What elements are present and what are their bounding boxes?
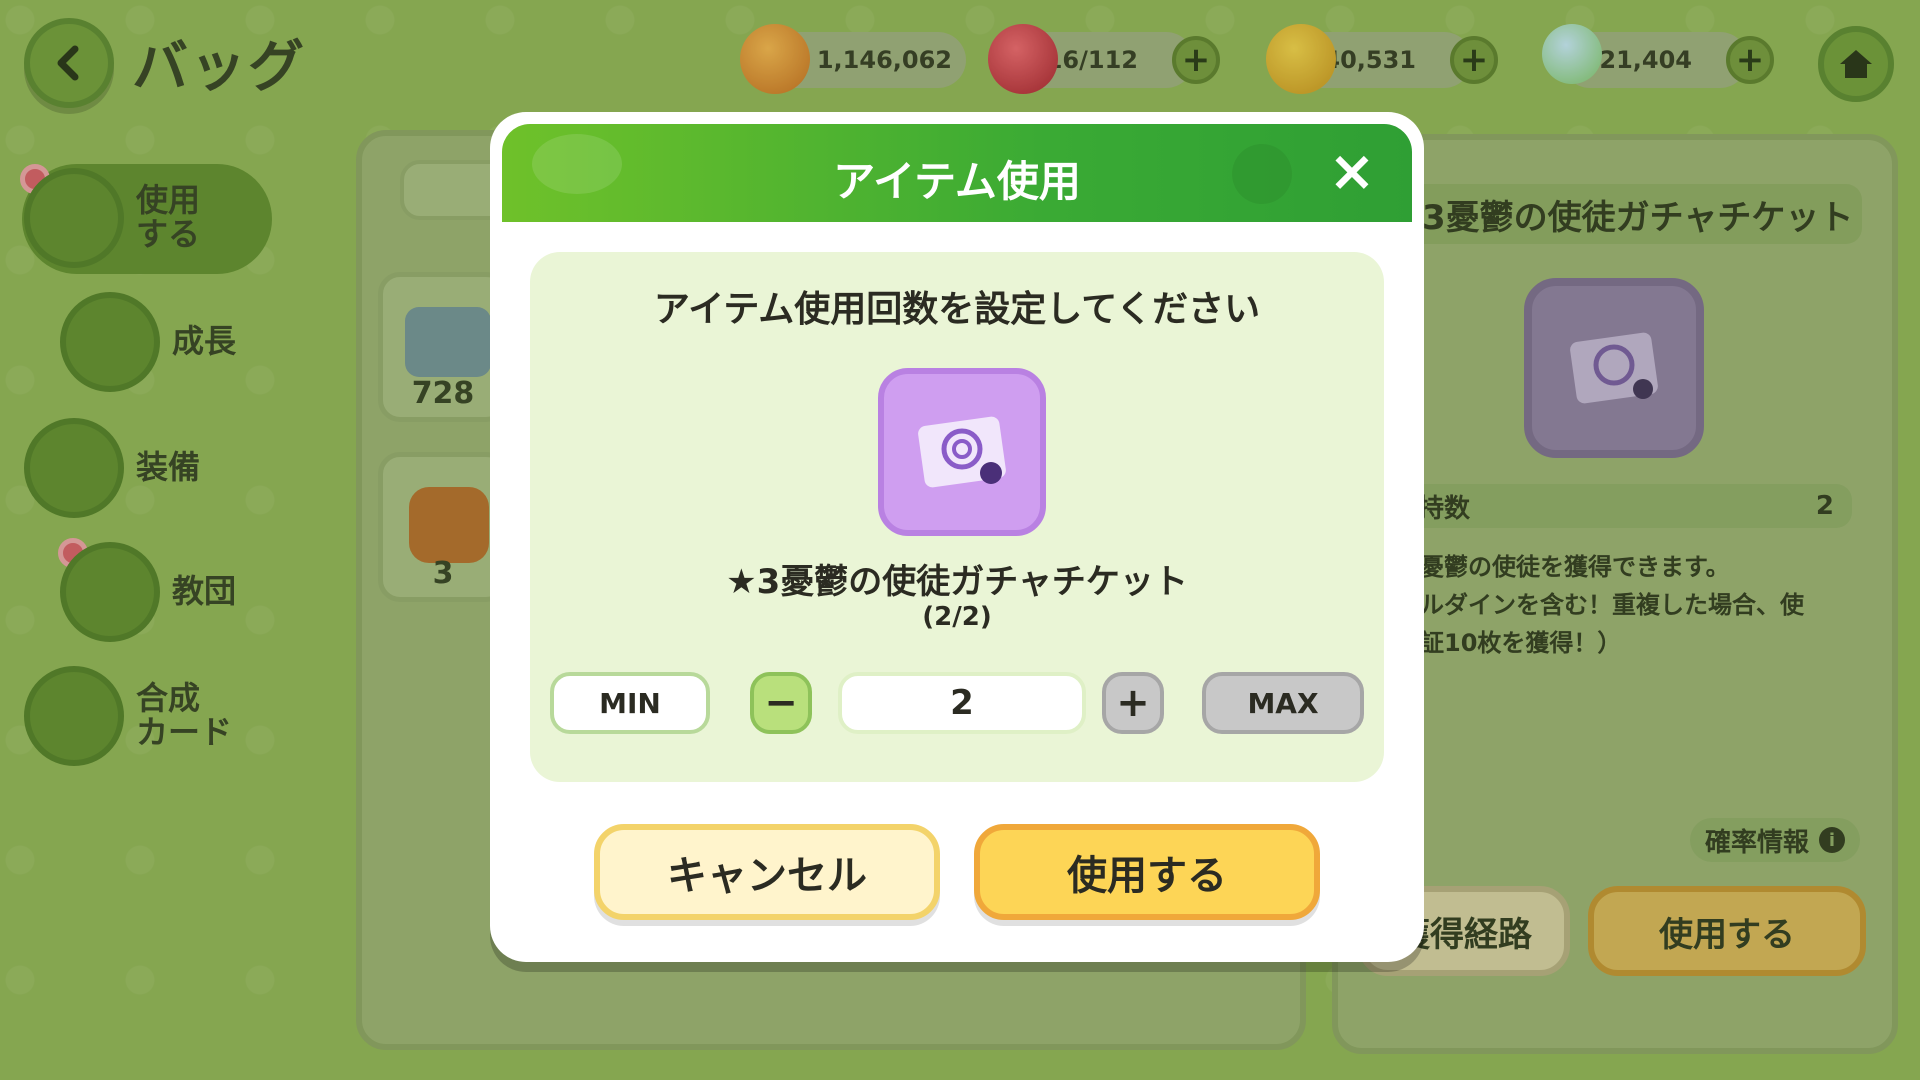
plus-icon: + bbox=[1116, 680, 1150, 726]
dialog-instruction: アイテム使用回数を設定してください bbox=[653, 289, 1261, 330]
dialog-title: アイテム使用 bbox=[833, 157, 1081, 206]
item-use-dialog: アイテム使用 × アイテム使用回数を設定してください ★3憂鬱の使徒ガチャチケッ… bbox=[490, 112, 1424, 962]
use-button[interactable]: 使用する bbox=[974, 824, 1320, 920]
quantity-input[interactable]: 2 bbox=[838, 672, 1086, 734]
item-name: ★3憂鬱の使徒ガチャチケット bbox=[726, 562, 1188, 602]
minus-icon: − bbox=[764, 680, 798, 726]
increase-button[interactable]: + bbox=[1102, 672, 1164, 734]
dialog-content: アイテム使用回数を設定してください ★3憂鬱の使徒ガチャチケット (2/2) M… bbox=[530, 252, 1384, 782]
min-label: MIN bbox=[599, 686, 661, 720]
min-button[interactable]: MIN bbox=[550, 672, 710, 734]
use-label: 使用する bbox=[1067, 853, 1227, 899]
quantity-value: 2 bbox=[950, 683, 974, 723]
item-count: (2/2) bbox=[922, 602, 992, 632]
ticket-icon bbox=[878, 368, 1046, 536]
cancel-button[interactable]: キャンセル bbox=[594, 824, 940, 920]
decrease-button[interactable]: − bbox=[750, 672, 812, 734]
max-button[interactable]: MAX bbox=[1202, 672, 1364, 734]
close-icon[interactable]: × bbox=[1328, 144, 1376, 200]
cancel-label: キャンセル bbox=[667, 853, 867, 899]
dialog-header: アイテム使用 × bbox=[502, 124, 1412, 222]
max-label: MAX bbox=[1247, 686, 1319, 720]
